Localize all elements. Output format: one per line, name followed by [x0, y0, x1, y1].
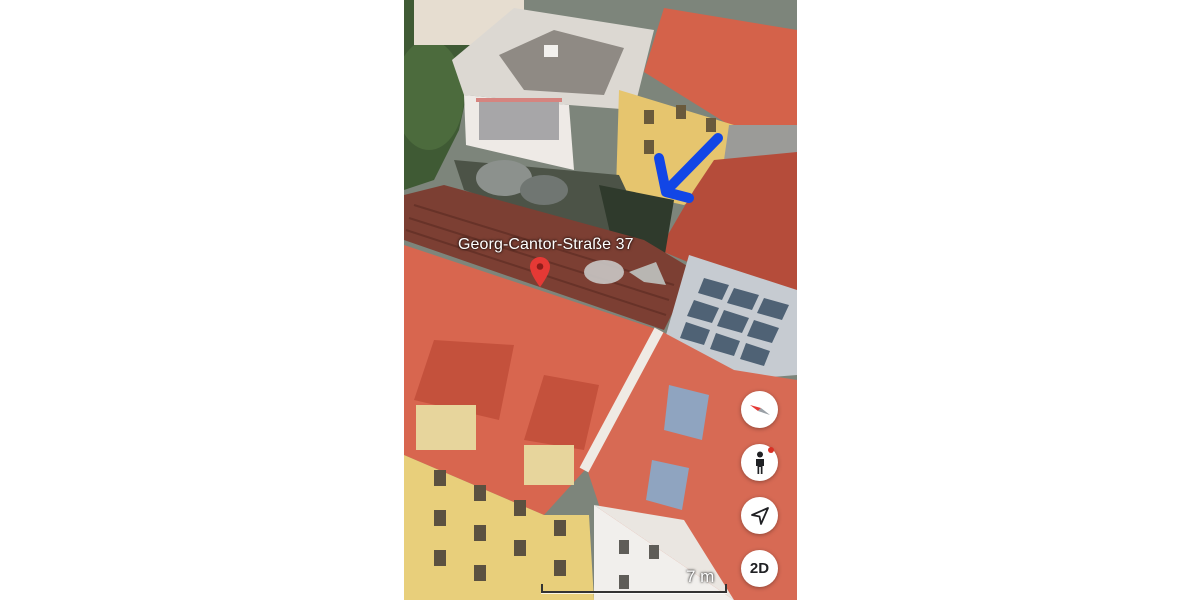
- notification-dot: [768, 447, 774, 453]
- toggle-2d-button[interactable]: 2D: [741, 550, 778, 587]
- navigation-arrow-icon: [750, 506, 769, 525]
- satellite-imagery: [404, 0, 797, 600]
- my-location-button[interactable]: [741, 497, 778, 534]
- location-pin-icon[interactable]: [530, 257, 550, 287]
- street-view-button[interactable]: [741, 444, 778, 481]
- compass-icon: [749, 404, 770, 415]
- scale-bar: [541, 584, 727, 593]
- compass-button[interactable]: [741, 391, 778, 428]
- map-viewport[interactable]: Georg-Cantor-Straße 37 2D 7 m: [404, 0, 797, 600]
- address-label: Georg-Cantor-Straße 37: [458, 236, 634, 253]
- pegman-icon: [755, 451, 764, 474]
